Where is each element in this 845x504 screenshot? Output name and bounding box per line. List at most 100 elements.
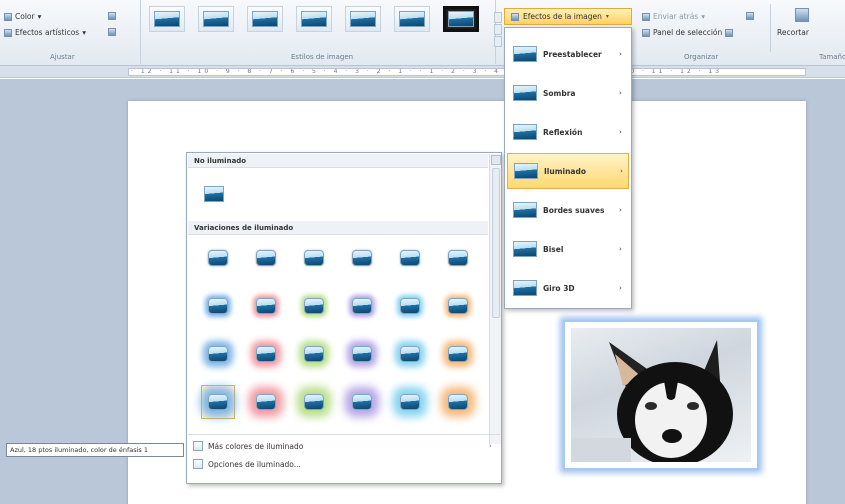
no-glow-option[interactable]	[197, 177, 231, 211]
menu-item-label: Reflexión	[543, 127, 583, 137]
style-thumb[interactable]	[394, 6, 430, 32]
selected-photo[interactable]	[563, 320, 759, 470]
artistic-effects-button[interactable]: Efectos artísticos ▾	[4, 28, 86, 37]
crop-icon[interactable]	[795, 8, 809, 22]
image-icon	[304, 250, 324, 266]
no-glow-heading: No iluminado	[188, 154, 488, 168]
glow-variation[interactable]	[249, 241, 283, 275]
size-group-label: Tamaño	[819, 53, 845, 61]
image-styles-group-label: Estilos de imagen	[291, 53, 354, 61]
compress-icon[interactable]	[108, 12, 116, 20]
adjust-group: Color ▾ Efectos artísticos ▾ Ajustar	[0, 0, 140, 64]
glow-variation[interactable]	[345, 241, 379, 275]
glow-variation[interactable]	[345, 289, 379, 323]
group-icon[interactable]	[746, 12, 754, 20]
glow-variation[interactable]	[441, 289, 475, 323]
chevron-right-icon: ›	[619, 50, 622, 58]
glow-variation[interactable]	[345, 337, 379, 371]
send-back-button[interactable]: Enviar atrás ▾	[642, 12, 705, 21]
image-icon	[208, 298, 228, 314]
more-button[interactable]	[494, 36, 502, 47]
image-icon	[304, 346, 324, 362]
artistic-effects-label: Efectos artísticos	[15, 28, 80, 37]
menu-item-label: Iluminado	[544, 166, 587, 176]
glow-variation[interactable]	[393, 385, 427, 419]
menu-item-label: Bordes suaves	[543, 205, 605, 215]
glow-variation[interactable]	[393, 241, 427, 275]
menu-item-reflection[interactable]: Reflexión ›	[507, 114, 629, 150]
menu-item-soft-edges[interactable]: Bordes suaves ›	[507, 192, 629, 228]
chevron-right-icon: ›	[489, 442, 492, 450]
image-icon	[256, 394, 276, 410]
chevron-right-icon: ›	[619, 206, 622, 214]
image-icon	[301, 11, 327, 27]
gallery-footer: Más colores de iluminado › Opciones de i…	[188, 434, 500, 482]
glow-options-item[interactable]: Opciones de iluminado...	[193, 459, 301, 469]
image-icon	[400, 394, 420, 410]
image-effects-button[interactable]: Efectos de la imagen ▾	[504, 8, 632, 25]
glow-variation[interactable]	[441, 241, 475, 275]
menu-item-3d-rotation[interactable]: Giro 3D ›	[507, 270, 629, 306]
glow-variation[interactable]	[441, 385, 475, 419]
menu-item-glow[interactable]: Iluminado ›	[507, 153, 629, 189]
arrange-group-label: Organizar	[684, 53, 719, 61]
selection-pane-label: Panel de selección	[653, 28, 723, 37]
gallery-scrollbar[interactable]	[489, 154, 501, 444]
selection-pane-button[interactable]: Panel de selección	[642, 28, 734, 37]
image-icon	[448, 250, 468, 266]
style-thumb[interactable]	[296, 6, 332, 32]
glow-variation[interactable]	[441, 337, 475, 371]
glow-variation[interactable]	[297, 289, 331, 323]
chevron-right-icon: ›	[619, 128, 622, 136]
glow-variation[interactable]	[297, 385, 331, 419]
crop-label[interactable]: Recortar	[777, 28, 809, 37]
chevron-down-icon: ▾	[37, 12, 42, 21]
more-glow-colors-item[interactable]: Más colores de iluminado ›	[193, 441, 505, 451]
3d-rotation-icon	[513, 280, 537, 296]
glow-variation[interactable]	[201, 241, 235, 275]
image-icon	[208, 250, 228, 266]
shadow-icon	[513, 85, 537, 101]
glow-variation[interactable]	[201, 385, 235, 419]
rotate-icon[interactable]	[725, 28, 734, 37]
horizontal-ruler: · 12 · 11 · 10 · 9 · 8 · 7 · 6 · 5 · 4 ·…	[0, 66, 845, 78]
chevron-down-icon: ▾	[605, 13, 609, 20]
scroll-down-button[interactable]	[494, 24, 502, 35]
menu-item-shadow[interactable]: Sombra ›	[507, 75, 629, 111]
adjust-group-label: Ajustar	[50, 53, 75, 61]
ruler-ticks: · 12 · 11 · 10 · 9 · 8 · 7 · 6 · 5 · 4 ·…	[128, 68, 806, 76]
menu-item-bevel[interactable]: Bisel ›	[507, 231, 629, 267]
scroll-up-button[interactable]	[491, 155, 501, 165]
image-icon	[203, 11, 229, 27]
effects-icon	[511, 12, 519, 21]
style-thumb[interactable]	[247, 6, 283, 32]
scrollbar-thumb[interactable]	[492, 168, 500, 318]
glow-variation[interactable]	[297, 337, 331, 371]
arrange-group: Enviar atrás ▾ Panel de selección Organi…	[640, 6, 770, 61]
menu-item-label: Giro 3D	[543, 283, 575, 293]
image-styles-group: Estilos de imagen	[140, 0, 496, 64]
scroll-up-button[interactable]	[494, 12, 502, 23]
style-thumb[interactable]	[345, 6, 381, 32]
glow-variation[interactable]	[393, 337, 427, 371]
send-back-icon	[642, 12, 650, 21]
image-icon	[204, 186, 224, 202]
styles-scroll[interactable]	[494, 12, 502, 48]
image-icon	[448, 346, 468, 362]
glow-variation[interactable]	[345, 385, 379, 419]
glow-variation[interactable]	[249, 385, 283, 419]
menu-item-preset[interactable]: Preestablecer ›	[507, 36, 629, 72]
reset-image-icon[interactable]	[108, 28, 116, 36]
glow-variation[interactable]	[249, 289, 283, 323]
glow-variation[interactable]	[393, 289, 427, 323]
image-icon	[352, 250, 372, 266]
glow-variation[interactable]	[297, 241, 331, 275]
color-button[interactable]: Color ▾	[4, 12, 41, 21]
style-thumb[interactable]	[149, 6, 185, 32]
glow-variation[interactable]	[201, 337, 235, 371]
glow-variation[interactable]	[249, 337, 283, 371]
style-thumb[interactable]	[443, 6, 479, 32]
style-thumb[interactable]	[198, 6, 234, 32]
glow-variation[interactable]	[201, 289, 235, 323]
image-icon	[400, 250, 420, 266]
